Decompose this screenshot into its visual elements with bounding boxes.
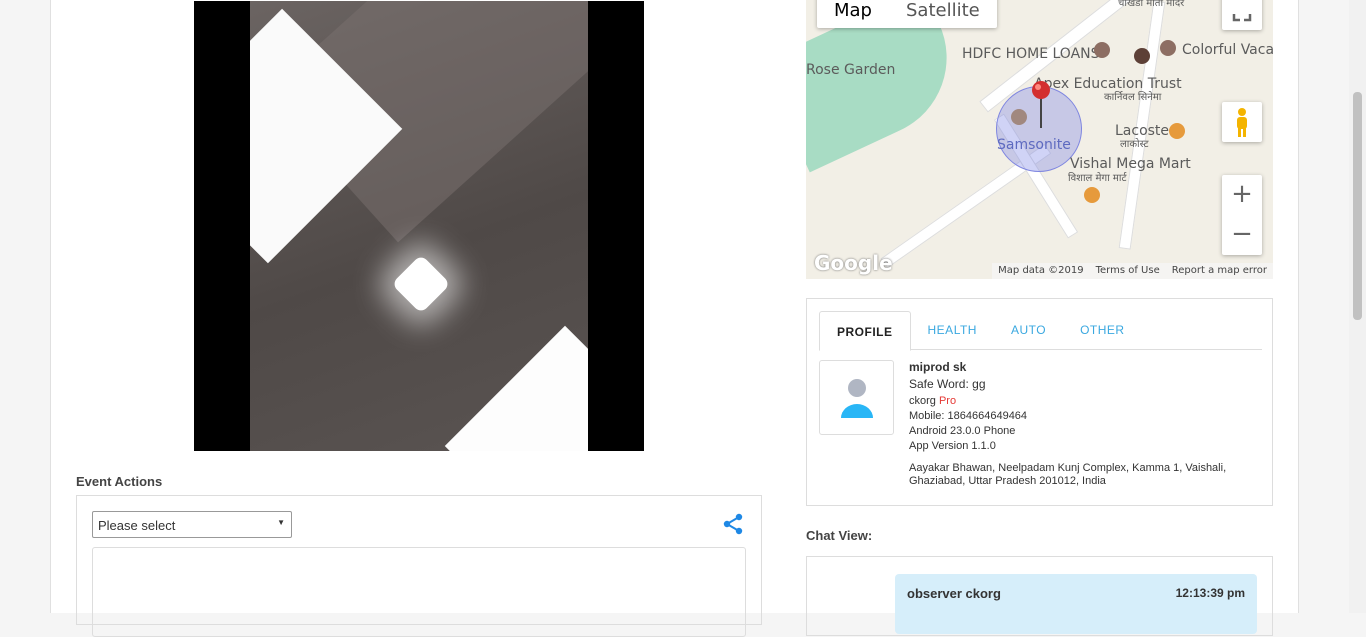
map-attribution: Map data ©2019 Terms of Use Report a map… <box>992 263 1273 279</box>
map-label-lacoste-hi: लाकोस्ट <box>1120 139 1149 150</box>
tab-auto[interactable]: AUTO <box>994 311 1063 349</box>
event-actions-panel: Please select ▼ <box>76 495 762 637</box>
chat-view-panel: observer ckorg 12:13:39 pm <box>806 556 1273 636</box>
photo-content <box>250 1 588 451</box>
fullscreen-icon[interactable] <box>1222 0 1262 30</box>
shopping-bag-icon <box>1011 109 1027 125</box>
location-map[interactable]: Map Satellite चौखंडी माता मंदिर HDFC HOM… <box>806 0 1273 279</box>
chevron-down-icon: ▼ <box>277 518 285 527</box>
zoom-control: + − <box>1222 175 1262 255</box>
app-version: App Version 1.1.0 <box>909 440 996 452</box>
event-actions-title: Event Actions <box>76 474 163 489</box>
address: Aayakar Bhawan, Neelpadam Kunj Complex, … <box>909 462 1227 487</box>
zoom-out-button[interactable]: − <box>1222 215 1262 255</box>
org-name: ckorg <box>909 395 936 407</box>
pegman-icon[interactable] <box>1222 102 1262 142</box>
user-name: miprod sk <box>909 360 967 374</box>
map-type-satellite-button[interactable]: Satellite <box>889 0 997 28</box>
profile-tabs: PROFILE HEALTH AUTO OTHER <box>819 311 1262 351</box>
tab-profile[interactable]: PROFILE <box>819 311 911 351</box>
cinema-icon <box>1134 48 1150 64</box>
map-poi-icon <box>1094 42 1110 58</box>
chat-message-sender: observer ckorg <box>907 586 1001 601</box>
action-select[interactable]: Please select ▼ <box>92 511 292 538</box>
scrollbar-thumb[interactable] <box>1353 92 1362 320</box>
map-label-apex-hi: कार्निवल सिनेमा <box>1104 92 1162 103</box>
map-label-temple: चौखंडी माता मंदिर <box>1118 0 1185 9</box>
tab-other[interactable]: OTHER <box>1063 311 1142 349</box>
avatar <box>819 360 894 435</box>
map-label-hdfc: HDFC HOME LOANS <box>962 46 1100 62</box>
chat-message: observer ckorg 12:13:39 pm <box>895 574 1257 634</box>
location-pin-icon[interactable] <box>1030 80 1052 135</box>
action-notes-textarea[interactable] <box>92 547 746 637</box>
action-select-value: Please select <box>98 518 176 533</box>
report-map-error-link[interactable]: Report a map error <box>1172 265 1267 277</box>
page-scrollbar[interactable] <box>1349 0 1366 613</box>
terms-of-use-link[interactable]: Terms of Use <box>1096 265 1160 277</box>
shopping-bag-icon <box>1169 123 1185 139</box>
organization: ckorg Pro <box>909 394 1254 409</box>
google-logo: Google <box>814 251 893 275</box>
safe-word: Safe Word: gg <box>909 377 986 391</box>
device-info: Android 23.0.0 Phone <box>909 425 1016 437</box>
map-label-rose-garden: Rose Garden <box>806 62 896 78</box>
share-icon[interactable] <box>721 512 745 536</box>
map-type-map-button[interactable]: Map <box>817 0 889 28</box>
chat-message-time: 12:13:39 pm <box>1175 586 1245 600</box>
shopping-cart-icon <box>1084 187 1100 203</box>
mobile-number: Mobile: 1864664649464 <box>909 410 1028 422</box>
zoom-in-button[interactable]: + <box>1222 175 1262 215</box>
plan-badge: Pro <box>938 395 957 407</box>
map-label-vishal-hi: विशाल मेगा मार्ट <box>1068 173 1127 184</box>
user-icon <box>841 379 873 418</box>
map-data-text: Map data ©2019 <box>998 265 1084 276</box>
map-label-colorful: Colorful Vacati <box>1182 42 1273 58</box>
map-type-control: Map Satellite <box>817 0 997 28</box>
chat-view-title: Chat View: <box>806 528 873 543</box>
map-poi-icon <box>1160 40 1176 56</box>
profile-card: PROFILE HEALTH AUTO OTHER miprod sk Safe… <box>806 298 1273 506</box>
profile-info: miprod sk Safe Word: gg ckorg Pro Mobile… <box>909 360 1254 488</box>
map-label-samsonite: Samsonite <box>997 137 1071 153</box>
event-photo[interactable] <box>194 1 644 451</box>
tab-health[interactable]: HEALTH <box>911 311 994 349</box>
